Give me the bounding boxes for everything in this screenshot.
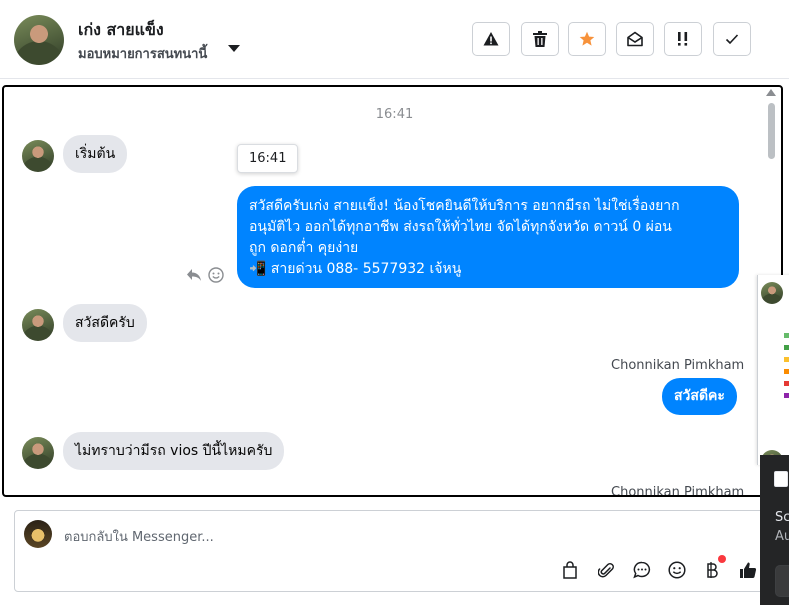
message-timestamp: 16:41 <box>375 107 414 122</box>
check-icon <box>725 34 739 45</box>
double-exclamation-icon <box>678 32 688 46</box>
side-chat-preview[interactable] <box>757 275 789 472</box>
outgoing-message[interactable]: สวัสดีครับเก่ง สายแข็ง! น้องโชคยินดีให้บ… <box>237 186 739 288</box>
assign-conversation-dropdown[interactable]: มอบหมายการสนทนานี้ <box>78 43 207 64</box>
delete-button[interactable] <box>521 22 559 56</box>
emoji-swatch <box>784 381 789 386</box>
star-icon <box>579 31 595 46</box>
message-line: อนุมัติไว ออกได้ทุกอาชีพ ส่งรถให้ทั่วไทย… <box>249 219 672 235</box>
contact-avatar-small[interactable] <box>22 309 54 341</box>
incoming-message[interactable]: เริ่มต้น <box>63 135 128 173</box>
thumbs-up-icon[interactable] <box>737 559 759 581</box>
contact-name[interactable]: เก่ง สายแข็ง <box>78 18 164 43</box>
message-line: สวัสดีครับเก่ง สายแข็ง! น้องโชคยินดีให้บ… <box>249 198 680 214</box>
paperclip-icon[interactable] <box>595 559 617 581</box>
caret-down-icon[interactable] <box>228 45 240 52</box>
header-divider <box>0 78 789 79</box>
page-avatar <box>24 520 52 548</box>
popup-title: Sc <box>775 510 789 525</box>
scroll-thumb[interactable] <box>768 103 775 159</box>
follow-up-button[interactable] <box>664 22 702 56</box>
popup-button[interactable] <box>775 565 789 597</box>
notification-dot <box>718 555 726 563</box>
emoji-icon[interactable] <box>666 559 688 581</box>
popup-subtitle: Au <box>775 529 789 544</box>
sender-name: Chonnikan Pimkham <box>611 485 745 497</box>
contact-avatar-small[interactable] <box>22 437 54 469</box>
warning-icon <box>483 32 499 46</box>
emoji-swatch <box>784 369 789 374</box>
emoji-swatch <box>784 393 789 398</box>
emoji-swatch <box>784 333 789 338</box>
envelope-open-icon <box>627 31 643 47</box>
incoming-message[interactable]: ไม่ทราบว่ามีรถ vios ปีนี้ไหมครับ <box>63 432 285 470</box>
warning-button[interactable] <box>472 22 510 56</box>
time-tooltip: 16:41 <box>237 144 299 173</box>
trash-icon <box>533 31 547 47</box>
message-line: 📲 สายด่วน 088- 5577932 เจ้หนู <box>249 261 462 277</box>
mark-done-button[interactable] <box>713 22 751 56</box>
emoji-swatch <box>784 345 789 350</box>
chat-bubble-icon[interactable] <box>631 559 653 581</box>
reply-composer[interactable]: ตอบกลับใน Messenger... <box>14 510 784 592</box>
reply-icon[interactable] <box>186 268 202 282</box>
emoji-swatch <box>784 357 789 362</box>
outgoing-message[interactable]: สวัสดีคะ <box>662 378 737 415</box>
side-avatar <box>761 282 783 304</box>
sender-name: Chonnikan Pimkham <box>611 358 745 373</box>
star-button[interactable] <box>568 22 606 56</box>
contact-avatar-small[interactable] <box>22 140 54 172</box>
document-icon <box>774 471 788 487</box>
bag-icon[interactable] <box>559 559 581 581</box>
reply-input[interactable]: ตอบกลับใน Messenger... <box>64 526 214 547</box>
screen-share-popup[interactable]: Sc Au <box>760 455 789 605</box>
message-line: ถูก ดอกต่ำ คุยง่าย <box>249 240 359 256</box>
conversation-panel[interactable]: 16:41 เริ่มต้น 16:41 สวัสดีครับเก่ง สายแ… <box>2 85 783 497</box>
react-emoji-icon[interactable] <box>208 267 224 283</box>
scroll-up-arrow[interactable] <box>766 89 776 96</box>
incoming-message[interactable]: สวัสดีครับ <box>63 304 147 342</box>
contact-avatar[interactable] <box>14 15 64 65</box>
mark-unread-button[interactable] <box>616 22 654 56</box>
